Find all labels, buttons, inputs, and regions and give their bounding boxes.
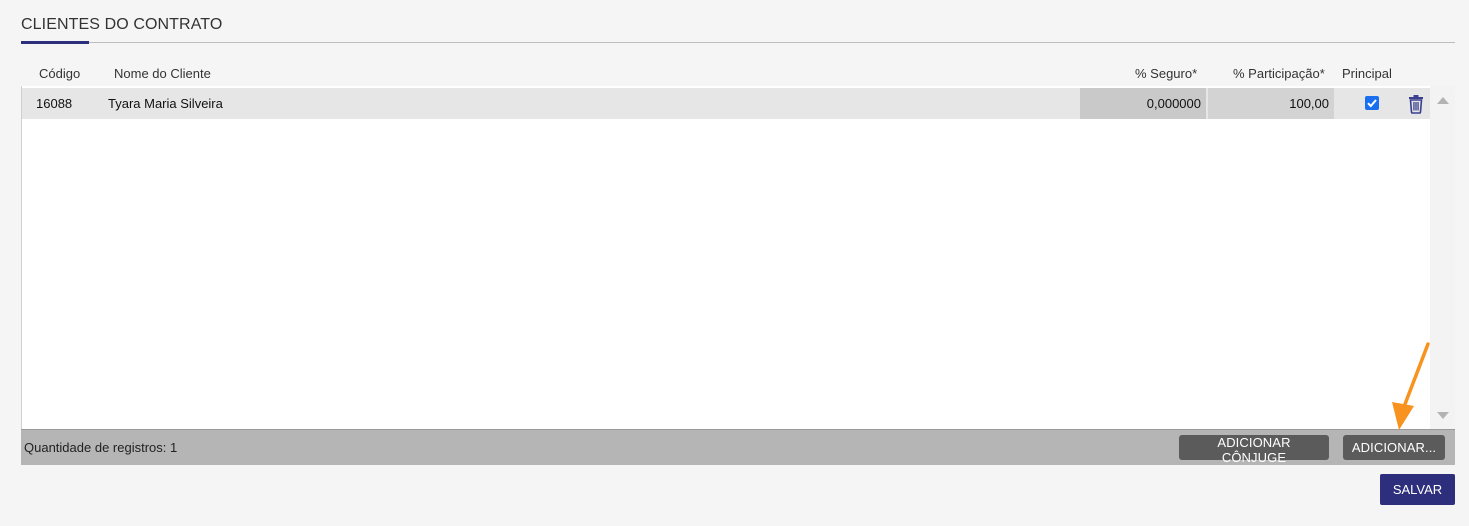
save-button[interactable]: SALVAR — [1380, 474, 1455, 505]
cell-seguro-value: 0,000000 — [1146, 96, 1201, 111]
cell-codigo: 16088 — [36, 96, 73, 111]
orange-arrow-annotation — [1392, 342, 1430, 430]
title-accent-bar — [21, 41, 89, 44]
section-title: CLIENTES DO CONTRATO — [21, 16, 223, 33]
title-divider — [21, 42, 1455, 43]
column-header-principal[interactable]: Principal — [1342, 66, 1392, 81]
add-client-button[interactable]: ADICIONAR... — [1343, 435, 1445, 460]
cell-participacao-value: 100,00 — [1289, 96, 1329, 111]
principal-checkbox[interactable] — [1365, 96, 1379, 110]
column-header-seguro[interactable]: % Seguro* — [1135, 66, 1197, 81]
column-header-participacao[interactable]: % Participação* — [1233, 66, 1325, 81]
clients-grid: Código Nome do Cliente % Seguro* % Parti… — [21, 60, 1455, 465]
cell-seguro-input[interactable]: 0,000000 — [1080, 88, 1206, 119]
scroll-down-icon[interactable] — [1437, 412, 1449, 420]
column-header-codigo[interactable]: Código — [39, 66, 80, 81]
cell-principal — [1336, 88, 1406, 119]
delete-row-icon[interactable] — [1407, 94, 1425, 114]
grid-body: 16088 Tyara Maria Silveira 0,000000 100,… — [21, 86, 1431, 429]
cell-nome: Tyara Maria Silveira — [108, 96, 223, 111]
grid-header: Código Nome do Cliente % Seguro* % Parti… — [21, 60, 1455, 88]
grid-footer: Quantidade de registros: 1 ADICIONAR CÔN… — [21, 429, 1455, 465]
add-spouse-button[interactable]: ADICIONAR CÔNJUGE — [1179, 435, 1329, 465]
table-row[interactable]: 16088 Tyara Maria Silveira 0,000000 100,… — [22, 88, 1431, 119]
column-header-nome[interactable]: Nome do Cliente — [114, 66, 211, 81]
scroll-up-icon[interactable] — [1437, 96, 1449, 104]
record-count: Quantidade de registros: 1 — [24, 440, 178, 455]
cell-participacao-input[interactable]: 100,00 — [1208, 88, 1334, 119]
